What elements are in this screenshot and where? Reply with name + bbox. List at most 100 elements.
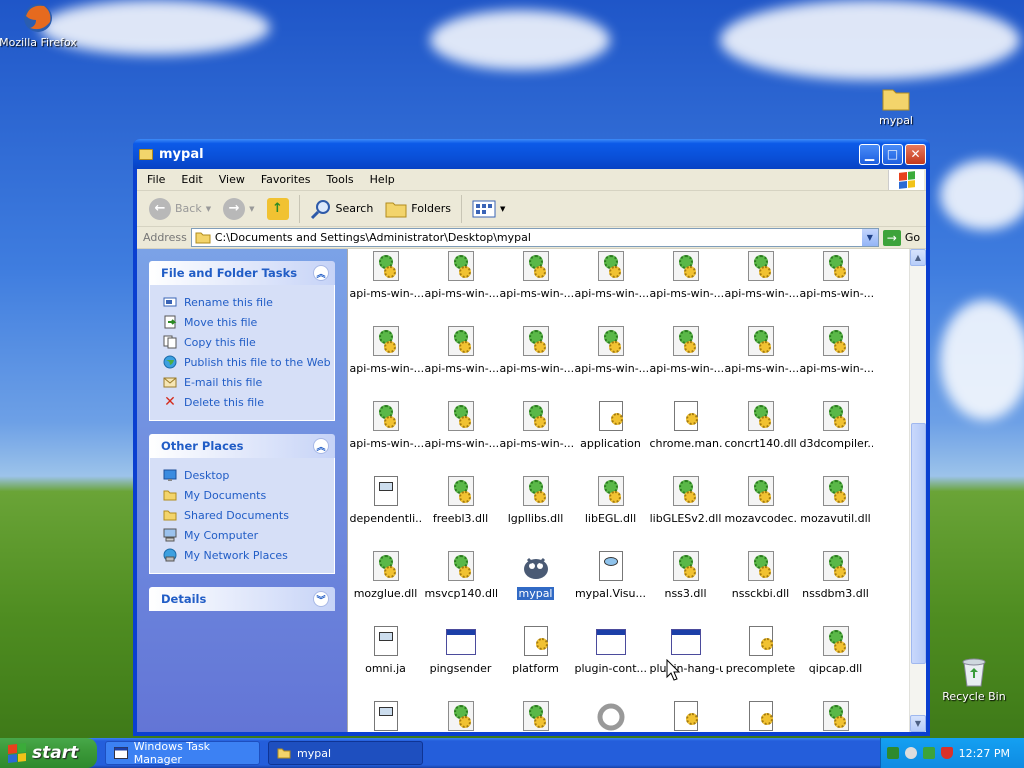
file-item[interactable]: api-ms-win-... (423, 396, 498, 471)
clock[interactable]: 12:27 PM (959, 747, 1010, 760)
file-item[interactable] (573, 696, 648, 732)
place-my-documents[interactable]: My Documents (162, 485, 334, 505)
file-item[interactable]: nss3.dll (648, 546, 723, 621)
minimize-button[interactable]: ▁ (859, 143, 880, 165)
scroll-up-button[interactable]: ▲ (910, 249, 926, 266)
file-item[interactable]: freebl3.dll (423, 471, 498, 546)
search-button[interactable]: Search (306, 195, 378, 223)
file-item[interactable]: api-ms-win-... (723, 321, 798, 396)
task-email[interactable]: E-mail this file (162, 372, 334, 392)
file-item[interactable]: api-ms-win-... (348, 249, 423, 321)
folders-button[interactable]: Folders (381, 195, 455, 223)
desktop-icon-recycle-bin[interactable]: Recycle Bin (934, 656, 1014, 703)
desktop-icon-mypal[interactable]: mypal (856, 86, 936, 127)
file-item[interactable]: api-ms-win-... (498, 249, 573, 321)
place-my-computer[interactable]: My Computer (162, 525, 334, 545)
place-shared-documents[interactable]: Shared Documents (162, 505, 334, 525)
expand-icon[interactable]: ︾ (313, 591, 329, 607)
network-tray-icon[interactable] (886, 747, 899, 759)
file-item[interactable]: nssdbm3.dll (798, 546, 873, 621)
views-button[interactable]: ▼ (468, 195, 509, 223)
file-item[interactable]: lgpllibs.dll (498, 471, 573, 546)
file-item[interactable] (798, 696, 873, 732)
file-item[interactable]: qipcap.dll (798, 621, 873, 696)
panel-header[interactable]: File and Folder Tasks ︽ (149, 261, 335, 285)
file-item[interactable]: api-ms-win-... (498, 321, 573, 396)
security-tray-icon[interactable] (922, 747, 935, 759)
file-item[interactable]: libEGL.dll (573, 471, 648, 546)
shield-icon[interactable] (940, 747, 953, 759)
file-item[interactable]: platform (498, 621, 573, 696)
menu-view[interactable]: View (211, 173, 253, 186)
go-button[interactable]: → Go (882, 229, 920, 246)
file-item[interactable]: api-ms-win-... (648, 249, 723, 321)
menu-file[interactable]: File (139, 173, 173, 186)
file-item[interactable]: api-ms-win-... (498, 396, 573, 471)
menu-help[interactable]: Help (362, 173, 403, 186)
panel-header[interactable]: Other Places ︽ (149, 434, 335, 458)
back-button[interactable]: ← Back ▼ (145, 195, 215, 223)
task-move[interactable]: Move this file (162, 312, 334, 332)
menu-edit[interactable]: Edit (173, 173, 210, 186)
scroll-thumb[interactable] (911, 423, 926, 664)
file-item[interactable] (423, 696, 498, 732)
file-item[interactable]: application (573, 396, 648, 471)
scroll-down-button[interactable]: ▼ (910, 715, 926, 732)
file-item[interactable]: api-ms-win-... (348, 321, 423, 396)
file-item[interactable]: api-ms-win-... (348, 396, 423, 471)
file-item[interactable] (648, 696, 723, 732)
menu-tools[interactable]: Tools (319, 173, 362, 186)
file-item[interactable] (348, 696, 423, 732)
address-input[interactable]: C:\Documents and Settings\Administrator\… (190, 228, 879, 247)
place-desktop[interactable]: Desktop (162, 465, 334, 485)
chevron-down-icon[interactable]: ▼ (861, 229, 878, 246)
collapse-icon[interactable]: ︽ (313, 438, 329, 454)
taskbar-task-manager[interactable]: Windows Task Manager (105, 740, 260, 766)
close-button[interactable]: ✕ (905, 143, 926, 165)
file-item[interactable]: mozavcodec... (723, 471, 798, 546)
task-copy[interactable]: Copy this file (162, 332, 334, 352)
file-item[interactable] (723, 696, 798, 732)
file-item[interactable]: api-ms-win-... (573, 321, 648, 396)
file-item[interactable]: mypal (498, 546, 573, 621)
file-item[interactable]: api-ms-win-... (798, 249, 873, 321)
file-item[interactable]: plugin-cont... (573, 621, 648, 696)
chevron-down-icon[interactable]: ▼ (249, 205, 254, 213)
file-item[interactable]: api-ms-win-... (423, 321, 498, 396)
file-item[interactable]: mypal.Visu... (573, 546, 648, 621)
file-item[interactable]: api-ms-win-... (423, 249, 498, 321)
file-item[interactable]: dependentli... (348, 471, 423, 546)
file-item[interactable]: concrt140.dll (723, 396, 798, 471)
file-item[interactable]: api-ms-win-... (648, 321, 723, 396)
menu-favorites[interactable]: Favorites (253, 173, 319, 186)
file-item[interactable] (498, 696, 573, 732)
collapse-icon[interactable]: ︽ (313, 265, 329, 281)
chevron-down-icon[interactable]: ▼ (500, 205, 505, 213)
task-delete[interactable]: ✕ Delete this file (162, 392, 334, 412)
taskbar-mypal[interactable]: mypal (268, 741, 423, 765)
file-item[interactable]: mozglue.dll (348, 546, 423, 621)
file-view[interactable]: api-ms-win-... api-ms-win-... api-ms-win-.… (347, 249, 926, 732)
place-my-network-places[interactable]: My Network Places (162, 545, 334, 565)
chevron-down-icon[interactable]: ▼ (206, 205, 211, 213)
file-item[interactable]: plugin-hang-ui (648, 621, 723, 696)
title-bar[interactable]: mypal ▁ □ ✕ (133, 139, 930, 169)
file-item[interactable]: omni.ja (348, 621, 423, 696)
vertical-scrollbar[interactable]: ▲ ▼ (909, 249, 926, 732)
task-publish[interactable]: Publish this file to the Web (162, 352, 334, 372)
file-item[interactable]: api-ms-win-... (573, 249, 648, 321)
forward-button[interactable]: → ▼ (219, 195, 258, 223)
volume-tray-icon[interactable] (904, 747, 917, 759)
file-item[interactable]: precomplete (723, 621, 798, 696)
desktop-icon-firefox[interactable]: Mozilla Firefox (0, 2, 78, 49)
file-item[interactable]: api-ms-win-... (798, 321, 873, 396)
file-item[interactable]: nssckbi.dll (723, 546, 798, 621)
file-item[interactable]: api-ms-win-... (723, 249, 798, 321)
file-item[interactable]: msvcp140.dll (423, 546, 498, 621)
file-item[interactable]: chrome.man... (648, 396, 723, 471)
start-button[interactable]: start (0, 738, 97, 768)
maximize-button[interactable]: □ (882, 143, 903, 165)
panel-header[interactable]: Details ︾ (149, 587, 335, 611)
file-item[interactable]: d3dcompiler... (798, 396, 873, 471)
file-item[interactable]: libGLESv2.dll (648, 471, 723, 546)
